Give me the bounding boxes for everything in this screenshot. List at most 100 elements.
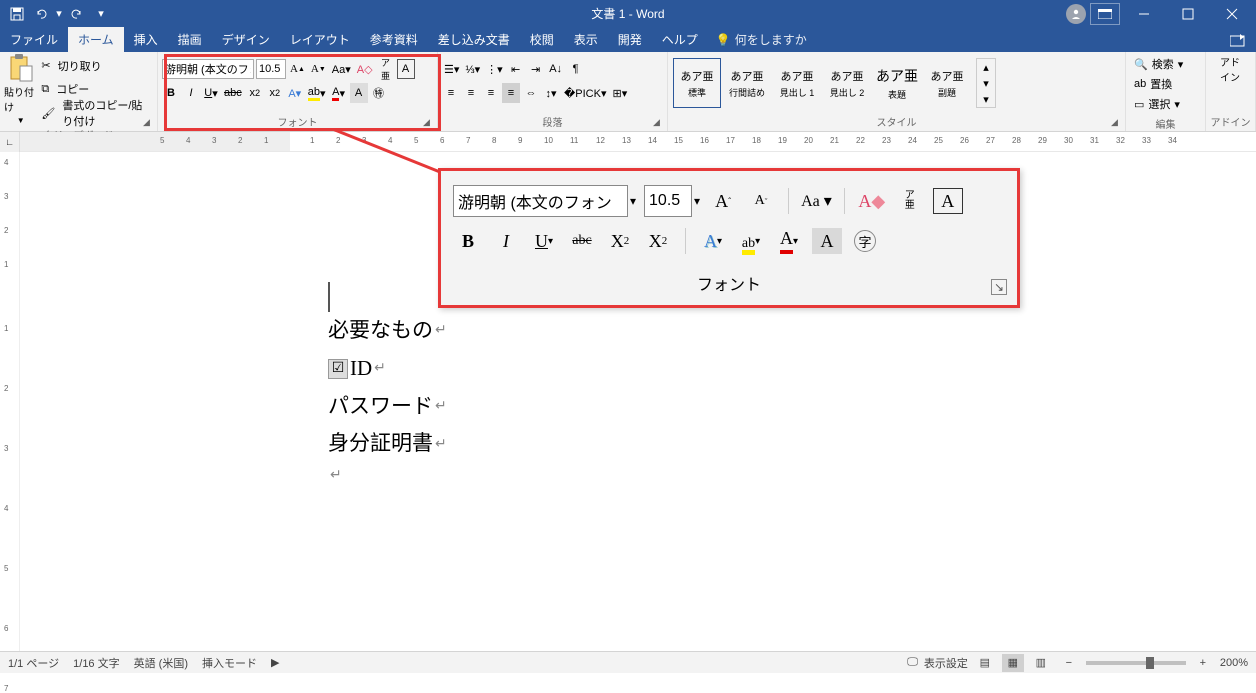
redo-button[interactable] — [66, 3, 88, 25]
tab-file[interactable]: ファイル — [0, 27, 68, 52]
styles-scroll-down[interactable]: ▾ — [977, 75, 995, 91]
format-painter-button[interactable]: 🖌 書式のコピー/貼り付け — [41, 102, 153, 124]
callout-font-size-input[interactable] — [644, 185, 692, 217]
callout-grow-font-button[interactable]: Aˆ — [708, 186, 738, 216]
font-dialog-launcher[interactable]: ◢ — [423, 117, 435, 129]
qat-dropdown[interactable]: ▾ — [54, 3, 64, 25]
tab-design[interactable]: デザイン — [212, 27, 280, 52]
tab-selector[interactable]: ∟ — [0, 132, 20, 152]
increase-indent-button[interactable]: ⇥ — [527, 59, 545, 79]
status-language[interactable]: 英語 (米国) — [134, 655, 188, 671]
cut-button[interactable]: ✂ 切り取り — [41, 55, 153, 77]
align-left-button[interactable]: ≡ — [442, 83, 460, 103]
font-color-button[interactable]: A▾ — [330, 83, 348, 103]
callout-dialog-launcher[interactable]: ↘ — [991, 279, 1007, 295]
status-display-settings[interactable]: 表示設定 — [924, 655, 968, 671]
font-name-input[interactable] — [162, 59, 254, 79]
underline-button[interactable]: U▾ — [202, 83, 220, 103]
callout-highlight-button[interactable]: ab ▾ — [736, 226, 766, 256]
status-word-count[interactable]: 1/16 文字 — [73, 655, 119, 671]
style-見出し 1[interactable]: あア亜見出し 1 — [773, 58, 821, 108]
style-表題[interactable]: あア亜表題 — [873, 58, 921, 108]
qat-customize[interactable]: ▾ — [90, 3, 112, 25]
tab-view[interactable]: 表示 — [564, 27, 608, 52]
phonetic-guide-button[interactable]: ア亜 — [377, 59, 395, 79]
callout-character-shading-button[interactable]: A — [812, 228, 842, 254]
paste-button[interactable]: 貼り付け ▼ — [4, 54, 37, 125]
callout-clear-formatting-button[interactable]: A◆ — [857, 186, 887, 216]
tab-insert[interactable]: 挿入 — [124, 27, 168, 52]
bold-button[interactable]: B — [162, 83, 180, 103]
tab-mailings[interactable]: 差し込み文書 — [428, 27, 520, 52]
sort-button[interactable]: A↓ — [547, 59, 565, 79]
subscript-button[interactable]: x2 — [246, 83, 264, 103]
grow-font-button[interactable]: A▲ — [288, 59, 307, 79]
tab-layout[interactable]: レイアウト — [280, 27, 360, 52]
numbering-button[interactable]: ⅓▾ — [463, 59, 482, 79]
tab-home[interactable]: ホーム — [68, 27, 124, 52]
maximize-button[interactable] — [1168, 0, 1208, 27]
tab-review[interactable]: 校閲 — [520, 27, 564, 52]
font-size-input[interactable] — [256, 59, 286, 79]
justify-button[interactable]: ≡ — [502, 83, 520, 103]
callout-superscript-button[interactable]: X2 — [643, 226, 673, 256]
tab-references[interactable]: 参考資料 — [360, 27, 428, 52]
change-case-button[interactable]: Aa▾ — [330, 59, 353, 79]
highlight-button[interactable]: ab▾ — [306, 83, 328, 103]
enclose-characters-button[interactable]: ㊕ — [370, 83, 388, 103]
superscript-button[interactable]: x2 — [266, 83, 284, 103]
callout-phonetic-guide-button[interactable]: ア亜 — [895, 186, 925, 216]
style-行間詰め[interactable]: あア亜行間詰め — [723, 58, 771, 108]
align-center-button[interactable]: ≡ — [462, 83, 480, 103]
character-shading-button[interactable]: A — [350, 83, 368, 103]
zoom-in-button[interactable]: + — [1192, 654, 1214, 672]
find-button[interactable]: 🔍検索 ▾ — [1134, 54, 1197, 74]
styles-dialog-launcher[interactable]: ◢ — [1111, 117, 1123, 129]
styles-scroll-up[interactable]: ▴ — [977, 59, 995, 75]
clipboard-dialog-launcher[interactable]: ◢ — [143, 117, 155, 129]
callout-underline-button[interactable]: U ▾ — [529, 226, 559, 256]
text-effects-button[interactable]: A▾ — [286, 83, 304, 103]
ribbon-display-options[interactable] — [1090, 3, 1120, 25]
multilevel-list-button[interactable]: ⋮▾ — [484, 59, 505, 79]
shading-button[interactable]: �PICK▾ — [562, 83, 608, 103]
style-副題[interactable]: あア亜副題 — [923, 58, 971, 108]
user-account-icon[interactable] — [1066, 4, 1086, 24]
view-print-layout[interactable]: ▦ — [1002, 654, 1024, 672]
character-border-button[interactable]: A — [397, 59, 415, 79]
document-line[interactable]: 身分証明書↵ — [328, 425, 1078, 463]
callout-enclose-characters-button[interactable]: 字 — [850, 226, 880, 256]
callout-bold-button[interactable]: B — [453, 226, 483, 256]
tab-draw[interactable]: 描画 — [168, 27, 212, 52]
status-page[interactable]: 1/1 ページ — [8, 655, 59, 671]
bullets-button[interactable]: ☰▾ — [442, 59, 461, 79]
document-line[interactable]: パスワード↵ — [328, 388, 1078, 426]
callout-character-border-button[interactable]: A — [933, 188, 963, 214]
share-button[interactable] — [1220, 27, 1256, 52]
save-button[interactable] — [6, 3, 28, 25]
select-button[interactable]: ▭選択 ▾ — [1134, 94, 1197, 114]
tell-me-search[interactable]: 💡 何をしますか — [716, 27, 807, 52]
paragraph-dialog-launcher[interactable]: ◢ — [653, 117, 665, 129]
zoom-level[interactable]: 200% — [1220, 657, 1248, 669]
shrink-font-button[interactable]: A▼ — [309, 59, 328, 79]
checkbox-symbol[interactable]: ☑ — [328, 359, 348, 379]
close-button[interactable] — [1212, 0, 1252, 27]
callout-subscript-button[interactable]: X2 — [605, 226, 635, 256]
vertical-ruler[interactable]: 43211234567 — [0, 152, 20, 651]
view-read-mode[interactable]: ▤ — [974, 654, 996, 672]
callout-font-name-input[interactable] — [453, 185, 628, 217]
callout-italic-button[interactable]: I — [491, 226, 521, 256]
status-insert-mode[interactable]: 挿入モード — [202, 655, 257, 671]
styles-more-button[interactable]: ▾ — [977, 91, 995, 107]
minimize-button[interactable] — [1124, 0, 1164, 27]
zoom-out-button[interactable]: − — [1058, 654, 1080, 672]
callout-change-case-button[interactable]: Aa ▾ — [801, 186, 832, 216]
style-見出し 2[interactable]: あア亜見出し 2 — [823, 58, 871, 108]
line-spacing-button[interactable]: ↕▾ — [542, 83, 560, 103]
status-macro-icon[interactable]: ▶ — [271, 656, 279, 669]
distributed-button[interactable]: ⇔ — [522, 83, 540, 103]
callout-shrink-font-button[interactable]: Aˇ — [746, 186, 776, 216]
italic-button[interactable]: I — [182, 83, 200, 103]
style-標準[interactable]: あア亜標準 — [673, 58, 721, 108]
